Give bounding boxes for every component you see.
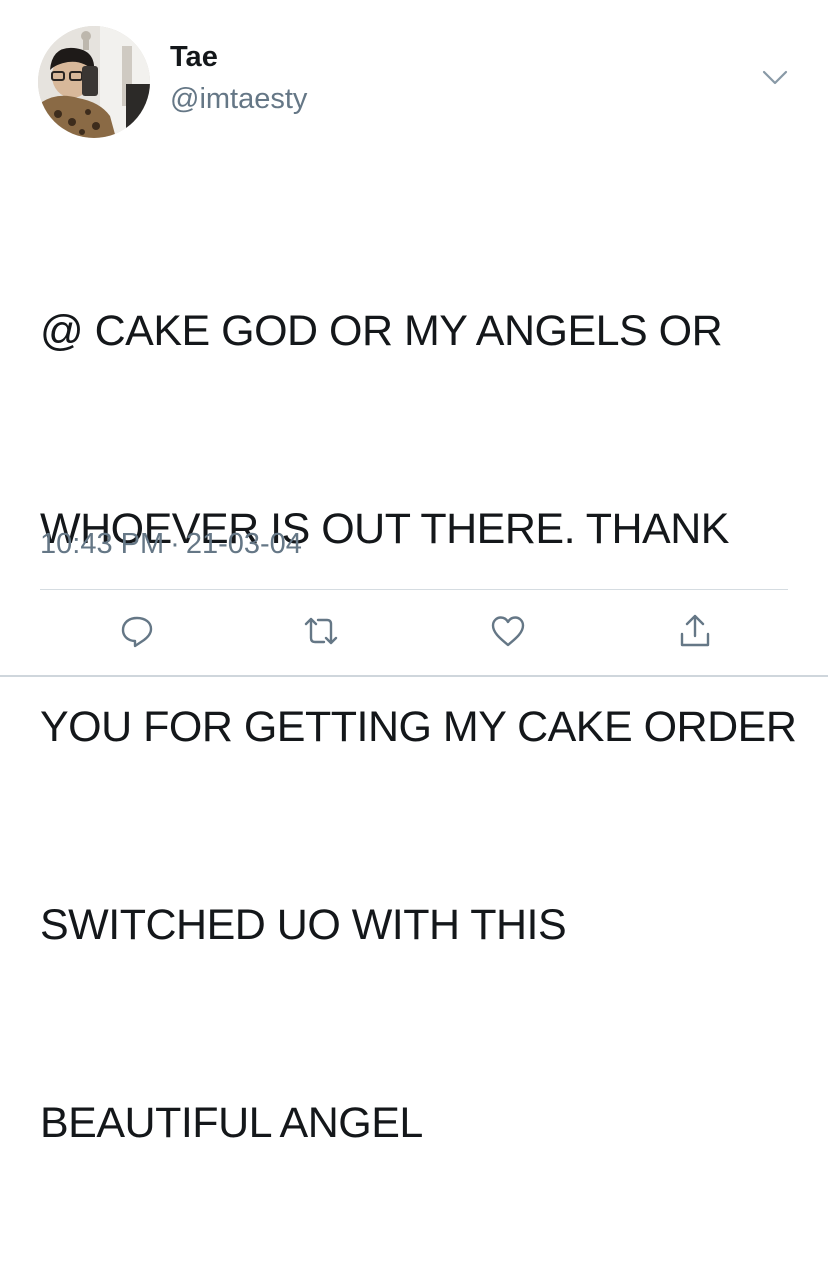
more-options-chevron-down-icon[interactable] — [760, 66, 790, 90]
tweet-time: 10:43 PM — [40, 528, 165, 560]
reply-icon — [121, 616, 153, 648]
meta-separator: · — [170, 528, 180, 560]
retweet-icon — [304, 617, 338, 645]
retweet-button[interactable] — [296, 606, 346, 656]
tweet-text-line: SWITCHED UO WITH THIS — [40, 901, 567, 949]
tweet-timestamp[interactable]: 10:43 PM · 21-03-04 — [40, 527, 302, 562]
avatar[interactable] — [38, 26, 150, 138]
divider — [40, 589, 788, 590]
like-button[interactable] — [483, 606, 533, 656]
display-name[interactable]: Tae — [170, 41, 218, 74]
user-handle[interactable]: @imtaesty — [170, 83, 307, 116]
tweet-text-line: YOU FOR GETTING MY CAKE ORDER — [40, 703, 797, 751]
share-button[interactable] — [670, 606, 720, 656]
reply-button[interactable] — [112, 606, 162, 656]
like-icon — [491, 616, 525, 647]
share-icon — [680, 614, 710, 647]
tweet-card: Tae @imtaesty @ CAKE GOD OR MY ANGELS OR… — [0, 0, 828, 1147]
tweet-date: 21-03-04 — [185, 528, 302, 560]
avatar-photo-icon — [38, 26, 150, 138]
action-bar — [0, 606, 828, 656]
tweet-text-line: @ CAKE GOD OR MY ANGELS OR — [40, 307, 723, 355]
tweet-text-line: BEAUTIFUL ANGEL — [40, 1099, 423, 1147]
tweet-text: @ CAKE GOD OR MY ANGELS OR WHOEVER IS OU… — [40, 166, 800, 1288]
